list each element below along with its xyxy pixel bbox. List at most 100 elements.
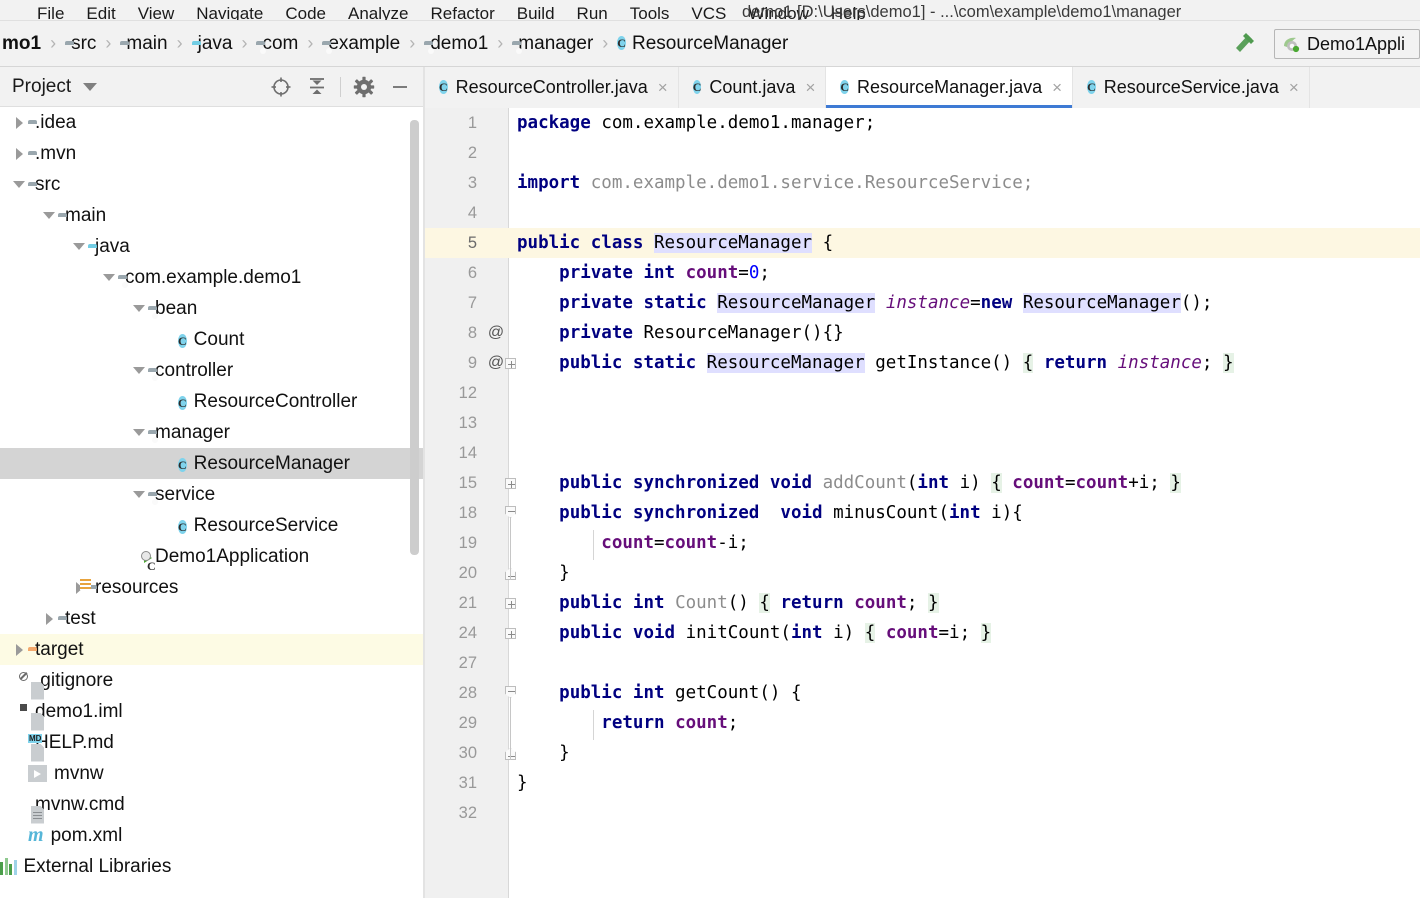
menu-item-build[interactable]: Build: [506, 4, 566, 20]
menu-item-view[interactable]: View: [127, 4, 186, 20]
tree-item-bean[interactable]: bean: [0, 293, 424, 324]
tree-item-main[interactable]: main: [0, 200, 424, 231]
tree-item-help-md[interactable]: MD HELP.md: [0, 727, 424, 762]
chevron-down-icon[interactable]: [10, 176, 28, 194]
tree-item-resourceservice[interactable]: C ResourceService: [0, 510, 424, 541]
chevron-right-icon[interactable]: [10, 114, 28, 132]
project-tree-scrollbar[interactable]: [410, 120, 419, 555]
code-line-20[interactable]: 20 }: [425, 558, 1420, 588]
breadcrumb-item-main[interactable]: main: [118, 21, 169, 66]
code-line-4[interactable]: 4: [425, 198, 1420, 228]
close-icon[interactable]: ×: [658, 79, 668, 96]
menu-item-analyze[interactable]: Analyze: [337, 4, 419, 20]
collapse-all-icon[interactable]: [299, 70, 335, 104]
code-line-13[interactable]: 13: [425, 408, 1420, 438]
tree-item-java[interactable]: java: [0, 231, 424, 262]
code-line-15[interactable]: 15 public synchronized void addCount(int…: [425, 468, 1420, 498]
tree-item-manager[interactable]: manager: [0, 417, 424, 448]
code-line-29[interactable]: 29 return count;: [425, 708, 1420, 738]
tree-item--mvn[interactable]: .mvn: [0, 138, 424, 169]
code-line-18[interactable]: 18 public synchronized void minusCount(i…: [425, 498, 1420, 528]
chevron-down-icon[interactable]: [70, 238, 88, 256]
tree-item--idea[interactable]: .idea: [0, 107, 424, 138]
code-line-7[interactable]: 7 private static ResourceManager instanc…: [425, 288, 1420, 318]
tree-item-demo1application[interactable]: C Demo1Application: [0, 541, 424, 573]
chevron-down-icon[interactable]: [83, 82, 98, 91]
code-line-9[interactable]: 9 @ public static ResourceManager getInst…: [425, 348, 1420, 378]
code-line-21[interactable]: 21 public int Count() { return count; }: [425, 588, 1420, 618]
close-icon[interactable]: ×: [1052, 79, 1062, 96]
menu-item-file[interactable]: File: [26, 4, 75, 20]
chevron-down-icon[interactable]: [100, 269, 118, 287]
chevron-down-icon[interactable]: [130, 300, 148, 318]
close-icon[interactable]: ×: [1289, 79, 1299, 96]
menu-item-code[interactable]: Code: [274, 4, 337, 20]
tree-item-test[interactable]: test: [0, 603, 424, 634]
breadcrumb-item-resourcemanager[interactable]: C ResourceManager: [615, 21, 790, 66]
menu-item-vcs[interactable]: VCS: [680, 4, 737, 20]
code-line-5[interactable]: 5 public class ResourceManager {: [425, 228, 1420, 258]
menu-item-edit[interactable]: Edit: [75, 4, 126, 20]
project-tree[interactable]: .idea .mvn src main java com.example.demo1 bea…: [0, 107, 424, 898]
editor-tab-resourceservice-java[interactable]: C ResourceService.java ×: [1073, 67, 1310, 108]
menu-item-navigate[interactable]: Navigate: [185, 4, 274, 20]
menu-item-tools[interactable]: Tools: [619, 4, 681, 20]
editor-tab-count-java[interactable]: C Count.java ×: [678, 67, 827, 108]
editor-tabs[interactable]: C ResourceController.java × C Count.java × C Re…: [425, 67, 1420, 108]
breadcrumb-item-mo1[interactable]: mo1: [0, 21, 43, 66]
tree-item-mvnw[interactable]: mvnw: [0, 758, 424, 789]
code-line-27[interactable]: 27: [425, 648, 1420, 678]
code-line-12[interactable]: 12: [425, 378, 1420, 408]
code-line-19[interactable]: 19 count=count-i;: [425, 528, 1420, 558]
chevron-down-icon[interactable]: [130, 486, 148, 504]
chevron-right-icon[interactable]: [10, 641, 28, 659]
code-line-30[interactable]: 30 }: [425, 738, 1420, 768]
editor-tab-resourcemanager-java[interactable]: C ResourceManager.java ×: [826, 67, 1074, 108]
code-line-14[interactable]: 14: [425, 438, 1420, 468]
chevron-right-icon[interactable]: [10, 145, 28, 163]
tree-item--gitignore[interactable]: .gitignore: [0, 665, 424, 700]
chevron-down-icon[interactable]: [130, 362, 148, 380]
chevron-down-icon[interactable]: [40, 207, 58, 225]
tree-item-resourcemanager[interactable]: C ResourceManager: [0, 448, 424, 479]
tree-item-mvnw-cmd[interactable]: mvnw.cmd: [0, 789, 424, 824]
hide-icon[interactable]: [382, 70, 418, 104]
select-opened-file-icon[interactable]: [263, 70, 299, 104]
breadcrumb-item-demo1[interactable]: demo1: [422, 21, 490, 66]
tree-item-external-libraries[interactable]: External Libraries: [0, 851, 424, 882]
tree-item-service[interactable]: service: [0, 479, 424, 510]
tree-item-controller[interactable]: controller: [0, 355, 424, 386]
code-line-24[interactable]: 24 public void initCount(int i) { count=…: [425, 618, 1420, 648]
build-project-button[interactable]: [1226, 29, 1262, 59]
code-line-1[interactable]: 1 package com.example.demo1.manager;: [425, 108, 1420, 138]
tree-item-src[interactable]: src: [0, 169, 424, 200]
tree-item-count[interactable]: C Count: [0, 324, 424, 355]
close-icon[interactable]: ×: [805, 79, 815, 96]
tree-item-resourcecontroller[interactable]: C ResourceController: [0, 386, 424, 417]
breadcrumb-item-com[interactable]: com: [254, 21, 300, 66]
tree-item-resources[interactable]: resources: [0, 572, 424, 603]
menu-item-refactor[interactable]: Refactor: [419, 4, 505, 20]
code-line-32[interactable]: 32: [425, 798, 1420, 828]
gear-icon[interactable]: [346, 70, 382, 104]
breadcrumb-item-manager[interactable]: manager: [510, 21, 595, 66]
code-line-2[interactable]: 2: [425, 138, 1420, 168]
chevron-right-icon[interactable]: [40, 610, 58, 628]
code-editor[interactable]: 1 package com.example.demo1.manager; 2 3 imp…: [425, 108, 1420, 898]
code-line-6[interactable]: 6 private int count=0;: [425, 258, 1420, 288]
menu-item-run[interactable]: Run: [566, 4, 619, 20]
breadcrumb-item-java[interactable]: java: [190, 21, 235, 66]
tree-item-com-example-demo1[interactable]: com.example.demo1: [0, 262, 424, 293]
tree-item-demo1-iml[interactable]: demo1.iml: [0, 696, 424, 731]
code-line-8[interactable]: 8 @ private ResourceManager(){}: [425, 318, 1420, 348]
editor-tab-resourcecontroller-java[interactable]: C ResourceController.java ×: [425, 67, 679, 108]
code-line-31[interactable]: 31}: [425, 768, 1420, 798]
breadcrumb-item-example[interactable]: example: [320, 21, 402, 66]
run-configuration-selector[interactable]: Demo1Appli: [1274, 29, 1420, 59]
tree-item-pom-xml[interactable]: m pom.xml: [0, 820, 424, 851]
chevron-down-icon[interactable]: [130, 424, 148, 442]
breadcrumb-item-src[interactable]: src: [63, 21, 98, 66]
tree-item-target[interactable]: target: [0, 634, 424, 665]
gutter-annotation-icon[interactable]: @: [487, 318, 505, 348]
code-line-3[interactable]: 3 import com.example.demo1.service.Resour…: [425, 168, 1420, 198]
